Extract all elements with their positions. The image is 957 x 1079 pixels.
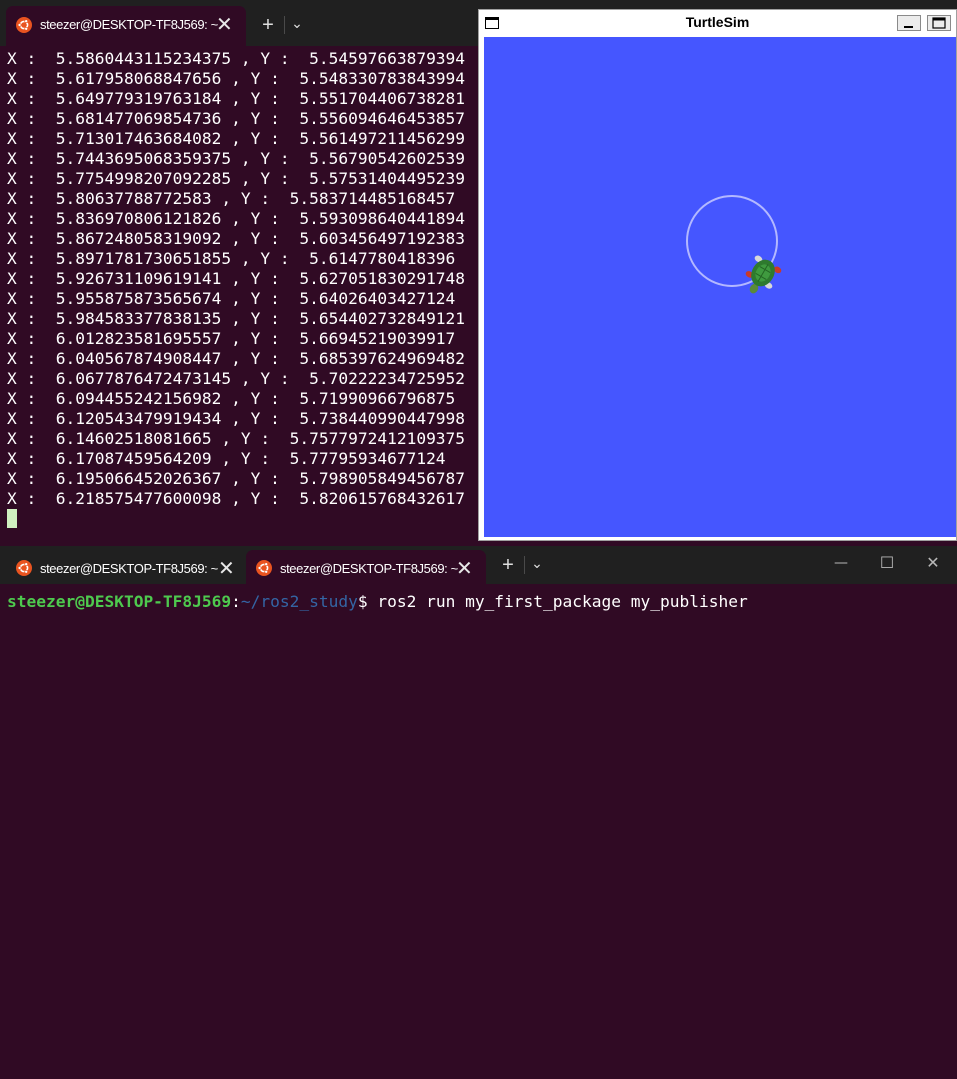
terminal-output-line: X : 6.195066452026367 , Y : 5.7989058494… (7, 469, 466, 488)
close-icon[interactable]: ✕ (216, 14, 233, 36)
prompt-colon: : (231, 592, 241, 611)
new-tab-button[interactable]: + (256, 14, 280, 36)
tab-bar-divider (524, 556, 525, 574)
turtlesim-titlebar[interactable]: TurtleSim (479, 10, 956, 36)
prompt-symbol: $ (357, 592, 378, 611)
terminal-output-line: X : 6.0677876472473145 , Y : 5.702222347… (7, 369, 466, 388)
terminal-output-line: X : 6.012823581695557 , Y : 5.6694521903… (7, 329, 456, 348)
terminal-output-line: X : 5.713017463684082 , Y : 5.5614972114… (7, 129, 466, 148)
terminal-output-line: X : 5.681477069854736 , Y : 5.5560946464… (7, 109, 466, 128)
terminal-output-line: X : 5.7754998207092285 , Y : 5.575314044… (7, 169, 466, 188)
prompt-command: ros2 run my_first_package my_publisher (377, 592, 748, 611)
top-terminal-tab[interactable]: steezer@DESKTOP-TF8J569: ~ ✕ (6, 6, 246, 46)
window-close-button[interactable]: ✕ (915, 552, 951, 574)
bottom-terminal-tab-2[interactable]: steezer@DESKTOP-TF8J569: ~ ✕ (246, 550, 486, 584)
terminal-output-line: X : 5.836970806121826 , Y : 5.5930986404… (7, 209, 466, 228)
tab-label: steezer@DESKTOP-TF8J569: ~ (280, 561, 458, 576)
terminal-output-line: X : 6.14602518081665 , Y : 5.75779724121… (7, 429, 466, 448)
minimize-icon (904, 26, 913, 28)
command-prompt[interactable]: steezer@DESKTOP-TF8J569:~/ros2_study$ ro… (7, 592, 748, 612)
terminal-output-line: X : 6.094455242156982 , Y : 5.7199096679… (7, 389, 456, 408)
prompt-path: ~/ros2_study (240, 592, 358, 611)
window-maximize-button[interactable]: ☐ (869, 552, 905, 574)
terminal-output-line: X : 6.218575477600098 , Y : 5.8206157684… (7, 489, 466, 508)
chevron-down-icon[interactable]: ⌄ (287, 12, 307, 34)
new-tab-button[interactable]: + (496, 554, 520, 576)
bottom-terminal-window: steezer@DESKTOP-TF8J569: ~ ✕ steezer@DES… (0, 546, 957, 1079)
window-minimize-button[interactable]: — (823, 552, 859, 574)
turtle-icon (745, 255, 782, 294)
terminal-output-line: X : 5.8971781730651855 , Y : 5.614778041… (7, 249, 456, 268)
turtlesim-canvas (484, 37, 956, 537)
maximize-icon (932, 17, 946, 29)
terminal-output-line: X : 5.80637788772583 , Y : 5.58371448516… (7, 189, 456, 208)
bottom-terminal-tab-1[interactable]: steezer@DESKTOP-TF8J569: ~ ✕ (6, 550, 242, 584)
terminal-cursor (7, 509, 17, 528)
tab-label: steezer@DESKTOP-TF8J569: ~ (40, 17, 218, 32)
window-title: TurtleSim (685, 14, 750, 30)
terminal-output-line: X : 5.867248058319092 , Y : 5.6034564971… (7, 229, 466, 248)
prompt-user-host: steezer@DESKTOP-TF8J569 (7, 592, 232, 611)
terminal-output-line: X : 6.17087459564209 , Y : 5.77795934677… (7, 449, 446, 468)
chevron-down-icon[interactable]: ⌄ (527, 552, 547, 574)
terminal-output-line: X : 6.040567874908447 , Y : 5.6853976249… (7, 349, 466, 368)
minimize-button[interactable] (897, 15, 921, 31)
maximize-button[interactable] (927, 15, 951, 31)
ubuntu-icon (256, 560, 272, 576)
terminal-output-line: X : 6.120543479919434 , Y : 5.7384409904… (7, 409, 466, 428)
terminal-output-line: X : 5.617958068847656 , Y : 5.5483307838… (7, 69, 466, 88)
terminal-output-line: X : 5.955875873565674 , Y : 5.6402640342… (7, 289, 456, 308)
close-icon[interactable]: ✕ (456, 558, 473, 580)
terminal-output-line: X : 5.7443695068359375 , Y : 5.567905426… (7, 149, 466, 168)
bottom-terminal-tab-bar: steezer@DESKTOP-TF8J569: ~ ✕ steezer@DES… (0, 546, 957, 584)
ubuntu-icon (16, 560, 32, 576)
close-icon[interactable]: ✕ (218, 558, 235, 580)
terminal-output-line: X : 5.5860443115234375 , Y : 5.545976638… (7, 49, 466, 68)
ubuntu-icon (16, 17, 32, 33)
tab-label: steezer@DESKTOP-TF8J569: ~ (40, 561, 218, 576)
terminal-output-line: X : 5.926731109619141 , Y : 5.6270518302… (7, 269, 466, 288)
turtlesim-window: TurtleSim (478, 9, 957, 541)
terminal-output-line: X : 5.649779319763184 , Y : 5.5517044067… (7, 89, 466, 108)
terminal-output: X : 5.5860443115234375 , Y : 5.545976638… (7, 49, 465, 509)
tab-bar-divider (284, 16, 285, 34)
terminal-output-line: X : 5.984583377838135 , Y : 5.6544027328… (7, 309, 466, 328)
